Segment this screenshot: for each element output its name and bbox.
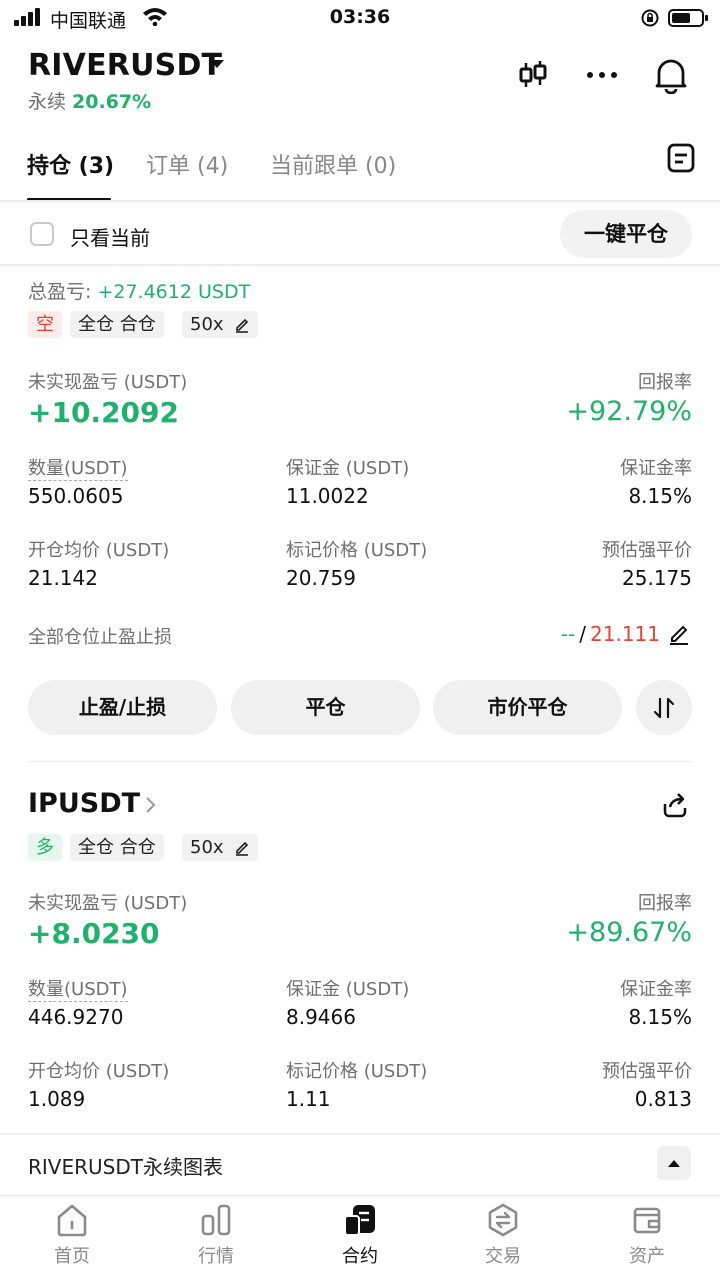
tab-orders[interactable]: 订单 (4) <box>146 148 228 180</box>
battery-icon <box>668 9 708 27</box>
total-pnl-value: +27.4612 USDT <box>97 281 251 303</box>
roe-label: 回报率 <box>638 372 692 393</box>
quantity-label[interactable]: 数量(USDT) <box>28 975 128 1002</box>
margin-label: 保证金 (USDT) <box>286 979 410 1000</box>
liq-price-label: 预估强平价 <box>602 540 692 561</box>
futures-icon <box>344 1205 375 1236</box>
status-bar: 中国联通 03:36 <box>0 0 720 38</box>
tab-copy-trades[interactable]: 当前跟单 (0) <box>270 148 396 180</box>
rotation-lock-icon <box>641 9 659 27</box>
nav-futures[interactable]: 合约 <box>310 1198 410 1270</box>
position-symbol[interactable]: IPUSDT <box>28 788 140 819</box>
entry-price-value: 1.089 <box>28 1087 86 1111</box>
mark-price-label: 标记价格 (USDT) <box>286 540 428 561</box>
margin-value: 8.9466 <box>286 1005 356 1029</box>
share-icon[interactable] <box>660 790 690 820</box>
edit-tpsl-icon[interactable] <box>668 623 690 645</box>
margin-mode-tag: 全仓 合仓 <box>70 834 164 861</box>
liq-price-value: 0.813 <box>634 1087 692 1111</box>
market-icon <box>201 1204 231 1236</box>
nav-market[interactable]: 行情 <box>166 1198 266 1270</box>
stop-loss-value: 21.111 <box>590 622 660 646</box>
edit-icon <box>235 841 248 856</box>
liq-price-value: 25.175 <box>622 566 692 590</box>
caret-up-icon <box>668 1160 680 1167</box>
nav-trade[interactable]: 交易 <box>453 1198 553 1270</box>
wallet-icon <box>633 1207 661 1234</box>
more-icon[interactable] <box>585 58 619 92</box>
edit-icon <box>235 318 248 333</box>
unrealized-pnl-label: 未实现盈亏 (USDT) <box>28 372 188 393</box>
symbol-title[interactable]: RIVERUSDT <box>28 48 222 83</box>
mark-price-value: 20.759 <box>286 566 356 590</box>
divider <box>0 264 720 266</box>
only-current-checkbox[interactable] <box>30 222 54 246</box>
tab-positions[interactable]: 持仓 (3) <box>27 148 114 180</box>
unrealized-pnl-value: +10.2092 <box>28 396 179 429</box>
nav-trade-label: 交易 <box>485 1246 521 1267</box>
reverse-position-button[interactable] <box>636 680 692 735</box>
nav-assets-label: 资产 <box>629 1246 665 1267</box>
quantity-label[interactable]: 数量(USDT) <box>28 454 128 481</box>
entry-price-label: 开仓均价 (USDT) <box>28 540 170 561</box>
home-icon <box>57 1204 87 1237</box>
entry-price-value: 21.142 <box>28 566 98 590</box>
side-tag: 空 <box>28 311 62 338</box>
take-profit-value: -- <box>560 622 576 646</box>
divider <box>0 200 720 202</box>
side-tag: 多 <box>28 834 62 861</box>
order-history-icon[interactable] <box>666 142 696 174</box>
mark-price-label: 标记价格 (USDT) <box>286 1061 428 1082</box>
unrealized-pnl-value: +8.0230 <box>28 917 160 950</box>
contract-type: 永续 <box>28 91 67 113</box>
margin-ratio-value: 8.15% <box>628 484 692 508</box>
symbol-dropdown-icon[interactable] <box>210 60 224 68</box>
entry-price-label: 开仓均价 (USDT) <box>28 1061 170 1082</box>
margin-label: 保证金 (USDT) <box>286 458 410 479</box>
nav-market-label: 行情 <box>198 1246 234 1267</box>
margin-ratio-label: 保证金率 <box>620 979 692 1000</box>
close-position-button[interactable]: 平仓 <box>231 680 420 735</box>
tpsl-separator: / <box>579 622 587 646</box>
margin-value: 11.0022 <box>286 484 369 508</box>
tpsl-button[interactable]: 止盈/止损 <box>28 680 217 735</box>
trade-icon <box>488 1203 518 1237</box>
close-all-button[interactable]: 一键平仓 <box>560 210 692 258</box>
market-close-button[interactable]: 市价平仓 <box>433 680 622 735</box>
liq-price-label: 预估强平价 <box>602 1061 692 1082</box>
roe-value: +89.67% <box>566 917 692 948</box>
nav-home[interactable]: 首页 <box>22 1198 122 1270</box>
tpsl-values: --/21.111 <box>470 622 660 646</box>
expand-chart-button[interactable] <box>657 1146 691 1180</box>
leverage-tag[interactable]: 50x <box>182 834 258 861</box>
leverage-tag[interactable]: 50x <box>182 311 258 338</box>
tpsl-label: 全部仓位止盈止损 <box>28 627 172 648</box>
candlestick-chart-icon[interactable] <box>516 58 550 92</box>
margin-ratio-value: 8.15% <box>628 1005 692 1029</box>
margin-ratio-label: 保证金率 <box>620 458 692 479</box>
leverage-value: 50x <box>190 837 224 858</box>
quantity-value: 446.9270 <box>28 1005 124 1029</box>
change-percent: 20.67% <box>72 91 152 113</box>
mark-price-value: 1.11 <box>286 1087 331 1111</box>
leverage-value: 50x <box>190 314 224 335</box>
roe-label: 回报率 <box>638 893 692 914</box>
total-pnl: 总盈亏: +27.4612 USDT <box>28 277 250 304</box>
clock: 03:36 <box>329 6 391 28</box>
only-current-label[interactable]: 只看当前 <box>70 222 150 251</box>
nav-home-label: 首页 <box>54 1246 90 1267</box>
margin-mode-tag: 全仓 合仓 <box>70 311 164 338</box>
unrealized-pnl-label: 未实现盈亏 (USDT) <box>28 893 188 914</box>
symbol-subtitle: 永续 20.67% <box>28 87 151 114</box>
swap-arrows-icon <box>653 697 675 719</box>
nav-futures-label: 合约 <box>342 1246 378 1267</box>
total-pnl-label: 总盈亏: <box>28 281 92 303</box>
quantity-value: 550.0605 <box>28 484 124 508</box>
roe-value: +92.79% <box>566 396 692 427</box>
chevron-right-icon[interactable] <box>144 795 158 815</box>
bell-icon[interactable] <box>653 56 689 94</box>
chart-bar-label[interactable]: RIVERUSDT永续图表 <box>28 1151 223 1180</box>
nav-assets[interactable]: 资产 <box>597 1198 697 1270</box>
divider <box>28 761 692 762</box>
